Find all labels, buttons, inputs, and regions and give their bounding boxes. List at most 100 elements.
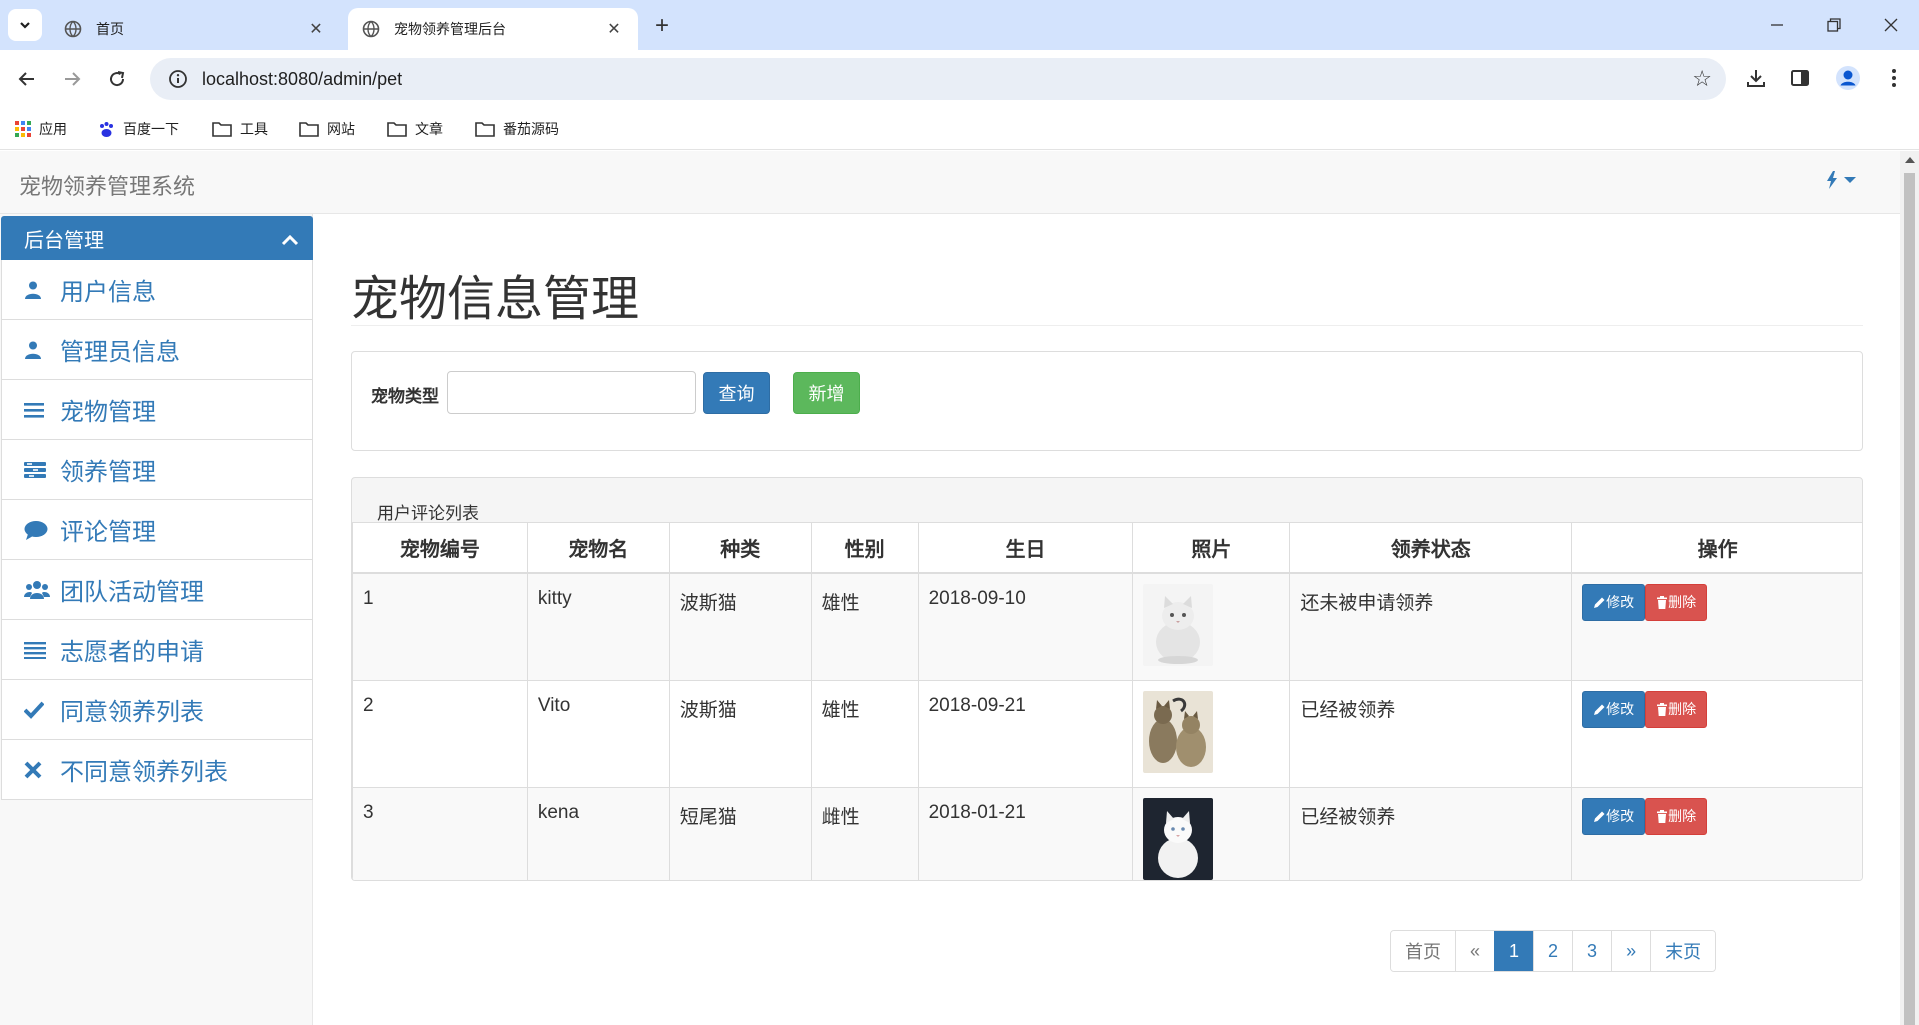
pet-birthday-cell: 2018-01-21 [917, 786, 1134, 880]
reload-button[interactable] [100, 62, 134, 96]
pager-last[interactable]: 末页 [1650, 931, 1716, 971]
url-text[interactable]: localhost:8080/admin/pet [202, 69, 402, 90]
column-header: 照片 [1132, 522, 1291, 574]
align-justify-icon [24, 641, 52, 659]
bookmark-folder-articles[interactable]: 文章 [387, 116, 443, 142]
edit-button[interactable]: 修改 [1582, 690, 1646, 728]
browser-tab-bar: 首页 ✕ 宠物领养管理后台 ✕ + [0, 0, 1919, 50]
close-icon[interactable]: ✕ [306, 19, 326, 39]
pet-photo [1143, 583, 1214, 666]
scrollbar-thumb[interactable] [1904, 173, 1915, 1025]
pager-page-1[interactable]: 1 [1494, 931, 1534, 971]
column-header: 种类 [668, 522, 812, 574]
new-tab-button[interactable]: + [648, 12, 676, 40]
edit-button[interactable]: 修改 [1582, 583, 1646, 621]
bookmark-apps[interactable]: 应用 [15, 116, 67, 142]
back-button[interactable] [10, 62, 44, 96]
tab-search-button[interactable] [8, 9, 42, 41]
scroll-up-arrow-icon[interactable] [1905, 157, 1915, 163]
kebab-menu-icon[interactable] [1880, 64, 1908, 92]
sidebar-item-comment-management[interactable]: 评论管理 [1, 500, 313, 560]
folder-icon [212, 121, 232, 137]
reload-icon [110, 71, 125, 87]
bookmark-baidu[interactable]: 百度一下 [98, 116, 179, 142]
close-icon[interactable]: ✕ [604, 19, 624, 39]
chevron-up-icon [281, 230, 299, 253]
pet-name-cell: kitty [526, 572, 670, 681]
sidebar-item-label: 志愿者的申请 [60, 639, 204, 666]
sidebar-item-rejected-adoptions[interactable]: 不同意领养列表 [1, 740, 313, 800]
sidebar-item-team-activity[interactable]: 团队活动管理 [1, 560, 313, 620]
sidebar: 后台管理 用户信息 管理员信息 宠物管理 领养管理 评论管理 团队活动管理 志愿… [0, 214, 313, 1025]
close-icon [1884, 18, 1898, 32]
adoption-status-cell: 还未被申请领养 [1289, 572, 1573, 681]
pet-sex-cell: 雄性 [810, 572, 919, 681]
page-scrollbar[interactable] [1900, 151, 1919, 1025]
sidebar-item-approved-adoptions[interactable]: 同意领养列表 [1, 680, 313, 740]
add-button[interactable]: 新增 [793, 372, 860, 414]
page-title: 宠物信息管理 [351, 273, 640, 326]
delete-button[interactable]: 删除 [1645, 797, 1708, 835]
main-content: 宠物信息管理 宠物类型 查询 新增 用户评论列表 宠物编号 宠物名 种类 性别 … [313, 214, 1900, 1025]
sidebar-item-label: 宠物管理 [60, 399, 156, 426]
column-header: 性别 [810, 522, 919, 574]
table-row: 2 Vito 波斯猫 雄性 2018-09-21 已经被领养 修改 删除 [352, 679, 1862, 788]
sidebar-item-volunteer-applications[interactable]: 志愿者的申请 [1, 620, 313, 680]
trash-icon [1657, 595, 1668, 609]
delete-button[interactable]: 删除 [1645, 690, 1708, 728]
tab-title: 首页 [96, 21, 124, 37]
folder-icon [475, 121, 495, 137]
table-row: 3 kena 短尾猫 雌性 2018-01-21 已经被领养 修改 删除 [352, 786, 1862, 880]
pager-page-2[interactable]: 2 [1533, 931, 1573, 971]
pet-type-input[interactable] [447, 371, 696, 414]
pager-first[interactable]: 首页 [1391, 931, 1455, 971]
sidebar-item-admin-info[interactable]: 管理员信息 [1, 320, 313, 380]
pager-page-3[interactable]: 3 [1572, 931, 1612, 971]
pager-prev[interactable]: « [1455, 931, 1495, 971]
window-close-button[interactable] [1876, 12, 1906, 38]
caret-down-icon [1844, 177, 1856, 183]
bookmark-star-icon[interactable]: ☆ [1692, 66, 1712, 92]
edit-label: 修改 [1606, 701, 1635, 717]
pet-photo [1143, 690, 1214, 773]
restore-button[interactable] [1819, 12, 1849, 38]
side-panel-icon[interactable] [1786, 64, 1814, 92]
forward-button[interactable] [55, 62, 89, 96]
table-row: 1 kitty 波斯猫 雄性 2018-09-10 还未被申请领养 修改 删除 [352, 572, 1862, 681]
brand-title[interactable]: 宠物领养管理系统 [19, 169, 195, 201]
pet-photo-cell [1132, 786, 1291, 880]
trash-icon [1657, 702, 1668, 716]
edit-button[interactable]: 修改 [1582, 797, 1646, 835]
query-button[interactable]: 查询 [703, 372, 770, 414]
bookmark-label: 应用 [39, 121, 67, 137]
pencil-icon [1594, 811, 1605, 822]
column-header: 宠物编号 [352, 522, 528, 574]
pet-type-cell: 波斯猫 [668, 679, 812, 788]
folder-icon [387, 121, 407, 137]
chevron-down-icon [20, 22, 30, 29]
download-icon[interactable] [1742, 64, 1770, 92]
tab-home[interactable]: 首页 ✕ [50, 8, 340, 50]
sidebar-heading[interactable]: 后台管理 [1, 216, 313, 260]
tab-admin[interactable]: 宠物领养管理后台 ✕ [348, 8, 638, 50]
baidu-paw-icon [98, 121, 115, 138]
delete-label: 删除 [1668, 594, 1697, 610]
minimize-button[interactable] [1762, 12, 1792, 38]
site-info-icon[interactable] [158, 69, 198, 89]
sidebar-item-adoption-management[interactable]: 领养管理 [1, 440, 313, 500]
bookmark-folder-sites[interactable]: 网站 [299, 116, 355, 142]
delete-button[interactable]: 删除 [1645, 583, 1708, 621]
pager-next[interactable]: » [1611, 931, 1651, 971]
browser-toolbar: localhost:8080/admin/pet ☆ [0, 50, 1919, 108]
sidebar-item-pet-management[interactable]: 宠物管理 [1, 380, 313, 440]
profile-avatar-icon[interactable] [1834, 64, 1862, 92]
header-dropdown-toggle[interactable] [1826, 171, 1856, 189]
bookmark-folder-source[interactable]: 番茄源码 [475, 116, 559, 142]
pet-sex-cell: 雌性 [810, 786, 919, 880]
bookmark-folder-tools[interactable]: 工具 [212, 116, 268, 142]
sidebar-menu: 用户信息 管理员信息 宠物管理 领养管理 评论管理 团队活动管理 志愿者的申请 … [1, 260, 313, 800]
pet-table: 宠物编号 宠物名 种类 性别 生日 照片 领养状态 操作 1 kitty 波斯猫 [352, 522, 1862, 880]
sidebar-item-user-info[interactable]: 用户信息 [1, 260, 313, 320]
address-bar[interactable]: localhost:8080/admin/pet ☆ [150, 58, 1726, 100]
pet-id-cell: 3 [352, 786, 528, 880]
